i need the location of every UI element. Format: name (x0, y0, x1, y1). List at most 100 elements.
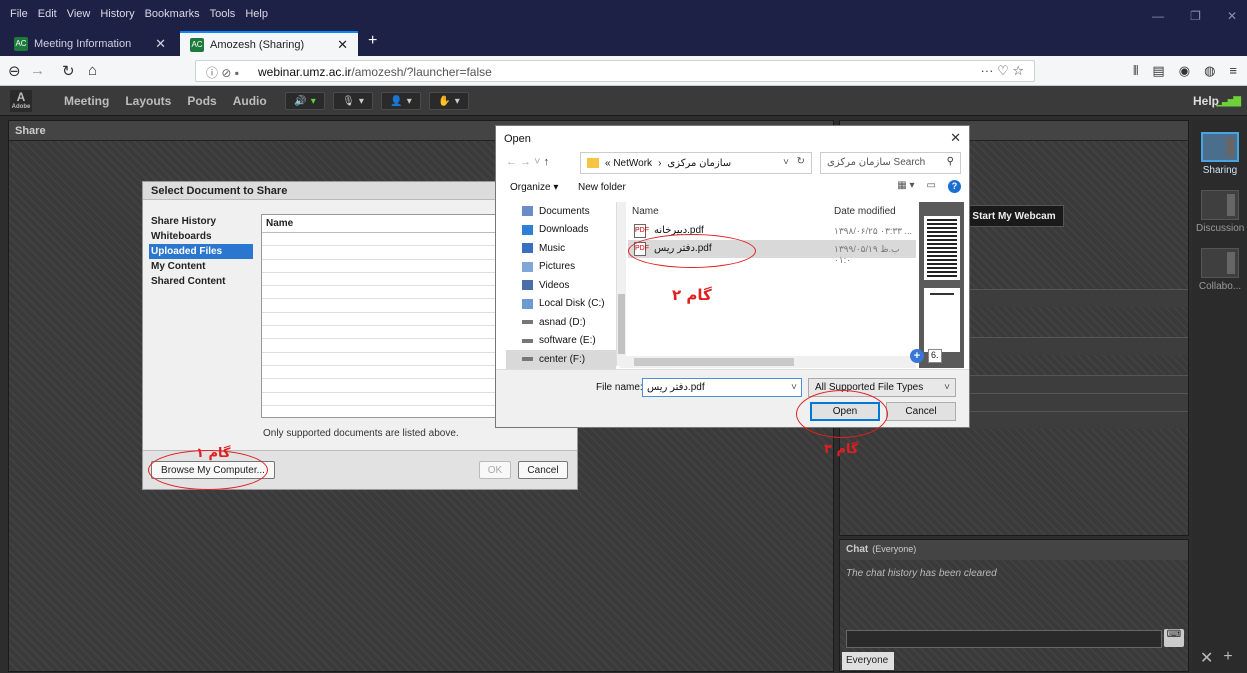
help-icon[interactable]: ? (948, 180, 961, 193)
hamburger-menu-icon[interactable]: ≡ (1229, 63, 1237, 79)
column-date-modified[interactable]: Date modified (834, 206, 896, 217)
drive-icon (522, 320, 533, 325)
menu-edit[interactable]: Edit (38, 8, 57, 20)
chat-recipient-tab[interactable]: Everyone (842, 652, 894, 670)
new-tab-icon[interactable]: + (368, 32, 377, 50)
zoom-in-icon[interactable]: + (910, 349, 924, 363)
nav-downloads[interactable]: Downloads (506, 221, 616, 240)
microphone-icon: 🎙 (342, 95, 355, 107)
menu-file[interactable]: File (10, 8, 28, 20)
app-toolbar: A Adobe Meeting Layouts Pods Audio 🔊 ▾ 🎙 ▾ … (0, 86, 1247, 116)
scrollbar-thumb[interactable] (634, 358, 794, 366)
menu-layouts[interactable]: Layouts (125, 94, 171, 108)
cancel-button[interactable]: Cancel (518, 461, 568, 479)
restore-icon[interactable]: ❐ (1190, 9, 1201, 23)
site-info-icon[interactable]: ⓘ ⊘ ▪ (206, 64, 239, 81)
extensions-icon[interactable]: ◍ (1204, 63, 1215, 79)
tools-icon[interactable]: ✕ (1200, 648, 1213, 668)
list-item (262, 379, 500, 393)
column-name[interactable]: Name (632, 206, 659, 217)
breadcrumb-current[interactable]: سازمان مرکزی (667, 158, 731, 169)
chevron-down-icon[interactable]: ˅ (791, 382, 797, 393)
step1-label: گام ۱ (196, 446, 231, 461)
menu-help[interactable]: Help (245, 8, 268, 20)
address-bar: ← → ˅ ↑ « NetWork › سازمان مرکزی ˅ ↻ ساز… (506, 152, 961, 174)
preview-pane (919, 202, 964, 368)
browser-navbar: ⊖ → ↻ ⌂ ⓘ ⊘ ▪ webinar.umz.ac.ir/amozesh/… (0, 56, 1247, 86)
scrollbar-thumb[interactable] (618, 294, 625, 354)
back-icon[interactable]: ⊖ (8, 62, 21, 80)
menu-bookmarks[interactable]: Bookmarks (145, 8, 200, 20)
close-tab-icon[interactable]: ✕ (155, 36, 166, 52)
breadcrumb-parent[interactable]: « NetWork (605, 158, 652, 169)
file-date: ۱۳۹۸/۰۶/۲۵ ۰۳:۳۳ ... (834, 226, 913, 236)
browser-tabbar: AC Meeting Information ✕ AC Amozesh (Sha… (0, 28, 1247, 56)
list-item (262, 273, 500, 287)
home-icon[interactable]: ⌂ (88, 62, 97, 79)
webcam-button[interactable]: 👤 ▾ (381, 92, 421, 110)
cancel-button[interactable]: Cancel (886, 402, 956, 421)
library-icon[interactable]: ⫴ (1133, 63, 1138, 79)
refresh-icon[interactable]: ↻ (797, 156, 805, 167)
start-webcam-button[interactable]: Start My Webcam (964, 205, 1064, 227)
nav-share-history[interactable]: Share History (149, 214, 253, 229)
account-icon[interactable]: ◉ (1179, 63, 1190, 79)
preview-pane-icon[interactable]: ▭ (927, 180, 936, 193)
nav-asnad-d[interactable]: asnad (D:) (506, 313, 616, 332)
change-view-icon[interactable]: ▦ ▾ (897, 180, 914, 193)
organize-button[interactable]: Organize ▾ (510, 182, 558, 193)
list-item (262, 233, 500, 247)
nav-scrollbar[interactable] (617, 202, 626, 366)
minimize-icon[interactable]: — (1152, 9, 1164, 23)
drive-icon (522, 338, 533, 343)
menu-audio[interactable]: Audio (233, 94, 267, 108)
menu-pods[interactable]: Pods (187, 94, 216, 108)
new-folder-button[interactable]: New folder (578, 182, 626, 193)
layout-discussion[interactable]: Discussion (1196, 190, 1244, 234)
add-layout-icon[interactable]: + (1223, 648, 1232, 668)
status-button[interactable]: ✋ ▾ (429, 92, 469, 110)
file-name-input[interactable]: دفتر ریس.pdf ˅ (642, 378, 802, 397)
tab-meeting-information[interactable]: AC Meeting Information ✕ (4, 31, 176, 56)
nav-center-f[interactable]: center (F:) (506, 350, 616, 369)
list-item (262, 299, 500, 313)
zoom-value[interactable]: 6. (928, 349, 942, 363)
speaker-button[interactable]: 🔊 ▾ (285, 92, 325, 110)
close-icon[interactable]: ✕ (950, 130, 961, 146)
nav-music[interactable]: Music (506, 239, 616, 258)
document-list[interactable]: Name (261, 214, 501, 418)
ok-button[interactable]: OK (479, 461, 511, 479)
nav-uploaded-files[interactable]: Uploaded Files (149, 244, 253, 259)
tab-amozesh-sharing[interactable]: AC Amozesh (Sharing) ✕ (180, 31, 358, 56)
layout-collaboration[interactable]: Collabo... (1196, 248, 1244, 292)
column-name[interactable]: Name (262, 215, 500, 233)
chevron-down-icon[interactable]: ˅ (783, 157, 789, 168)
file-list-hscrollbar[interactable] (620, 356, 916, 368)
menu-history[interactable]: History (100, 8, 134, 20)
nav-my-content[interactable]: My Content (149, 259, 253, 274)
path-breadcrumb[interactable]: « NetWork › سازمان مرکزی ˅ ↻ (580, 152, 812, 174)
chat-input[interactable] (846, 630, 1162, 648)
close-window-icon[interactable]: ✕ (1227, 9, 1237, 23)
nav-local-disk-c[interactable]: Local Disk (C:) (506, 295, 616, 314)
sidebar-icon[interactable]: ▤ (1152, 63, 1164, 79)
microphone-button[interactable]: 🎙 ▾ (333, 92, 373, 110)
nav-documents[interactable]: Documents (506, 202, 616, 221)
forward-icon[interactable]: → (30, 62, 45, 79)
url-bar[interactable]: ⓘ ⊘ ▪ webinar.umz.ac.ir/amozesh/?launche… (195, 60, 1035, 82)
nav-software-e[interactable]: software (E:) (506, 332, 616, 351)
menu-view[interactable]: View (67, 8, 91, 20)
nav-shared-content[interactable]: Shared Content (149, 274, 253, 289)
send-message-button[interactable]: ⌨ (1164, 629, 1184, 647)
layout-sharing[interactable]: Sharing (1196, 132, 1244, 176)
close-tab-icon[interactable]: ✕ (337, 37, 348, 53)
reload-icon[interactable]: ↻ (62, 62, 75, 80)
nav-whiteboards[interactable]: Whiteboards (149, 229, 253, 244)
page-actions-icon[interactable]: ··· ♡ ☆ (980, 63, 1024, 79)
nav-videos[interactable]: Videos (506, 276, 616, 295)
nav-arrows-icon[interactable]: ← → ˅ ↑ (506, 156, 549, 168)
nav-pictures[interactable]: Pictures (506, 258, 616, 277)
menu-meeting[interactable]: Meeting (64, 94, 109, 108)
menu-tools[interactable]: Tools (210, 8, 236, 20)
search-input[interactable]: سازمان مرکزی Search ⚲ (820, 152, 961, 174)
